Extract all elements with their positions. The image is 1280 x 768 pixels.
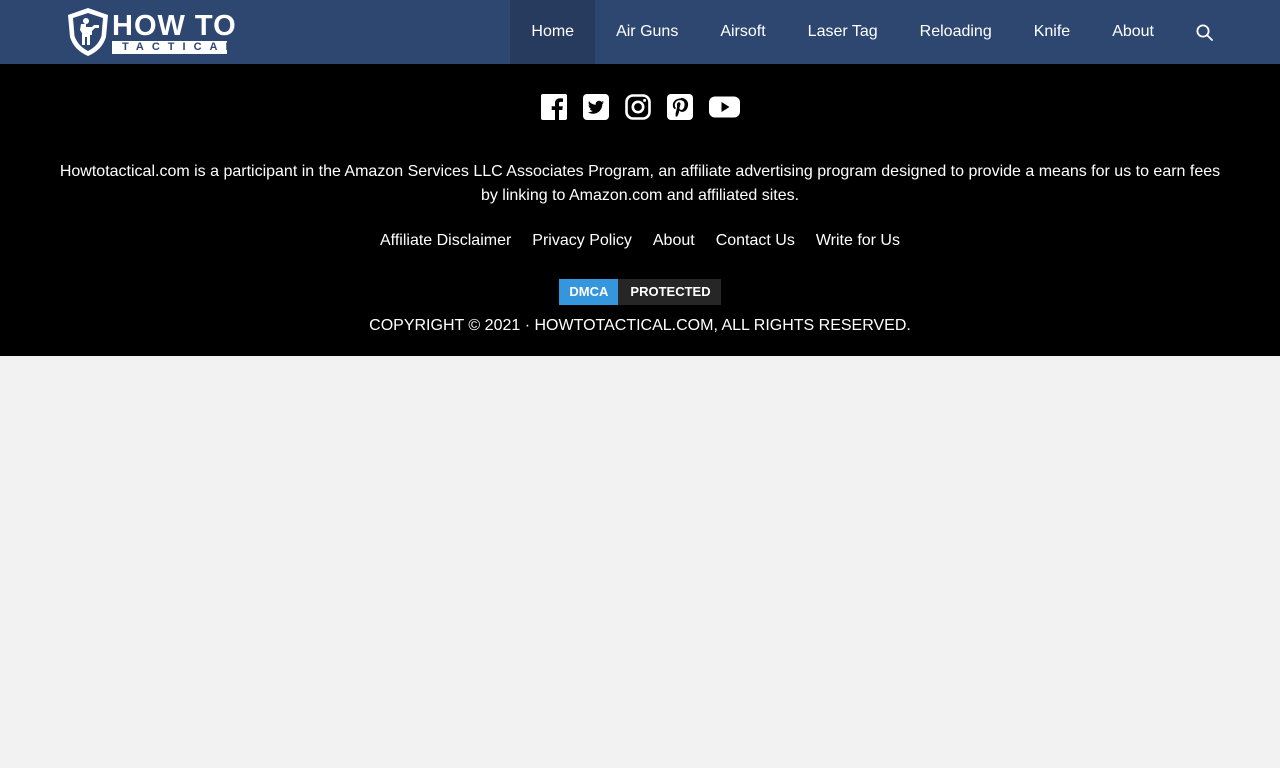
facebook-icon[interactable] <box>540 94 567 120</box>
pinterest-icon[interactable] <box>666 94 693 120</box>
youtube-icon[interactable] <box>708 94 740 120</box>
nav-item-home[interactable]: Home <box>510 0 596 64</box>
main-nav: Home Air Guns Airsoft Laser Tag Reloadin… <box>510 0 1225 64</box>
dmca-label: DMCA <box>559 279 619 305</box>
search-icon <box>1196 24 1213 41</box>
instagram-icon[interactable] <box>624 94 651 120</box>
affiliate-disclosure: Howtotactical.com is a participant in th… <box>59 163 1221 204</box>
nav-item-knife[interactable]: Knife <box>1013 0 1091 64</box>
footer-link-about[interactable]: About <box>653 229 695 253</box>
copyright-text: COPYRIGHT © 2021 · HOWTOTACTICAL.COM, AL… <box>369 317 911 334</box>
footer-links: Affiliate Disclaimer Privacy Policy Abou… <box>0 229 1280 253</box>
site-header: HOW TO TACTICAL Home Air Guns Airsoft La… <box>0 0 1280 64</box>
twitter-icon[interactable] <box>582 94 609 120</box>
shield-logo-icon <box>68 8 108 56</box>
nav-item-airsoft[interactable]: Airsoft <box>699 0 786 64</box>
logo-text-tactical: TACTICAL <box>112 40 232 54</box>
footer-link-write-for-us[interactable]: Write for Us <box>816 229 900 253</box>
site-footer: Howtotactical.com is a participant in th… <box>0 64 1280 356</box>
social-links <box>0 64 1280 126</box>
dmca-badge[interactable]: DMCA PROTECTED <box>559 279 721 305</box>
search-button[interactable] <box>1175 0 1225 64</box>
protected-label: PROTECTED <box>618 279 721 305</box>
nav-item-laser-tag[interactable]: Laser Tag <box>787 0 899 64</box>
nav-item-reloading[interactable]: Reloading <box>899 0 1013 64</box>
footer-link-privacy-policy[interactable]: Privacy Policy <box>532 229 632 253</box>
site-logo[interactable]: HOW TO TACTICAL <box>66 7 237 57</box>
footer-link-contact-us[interactable]: Contact Us <box>716 229 795 253</box>
nav-item-about[interactable]: About <box>1091 0 1175 64</box>
logo-text-how-to: HOW TO <box>112 9 237 42</box>
footer-link-affiliate-disclaimer[interactable]: Affiliate Disclaimer <box>380 229 511 253</box>
nav-item-air-guns[interactable]: Air Guns <box>595 0 699 64</box>
